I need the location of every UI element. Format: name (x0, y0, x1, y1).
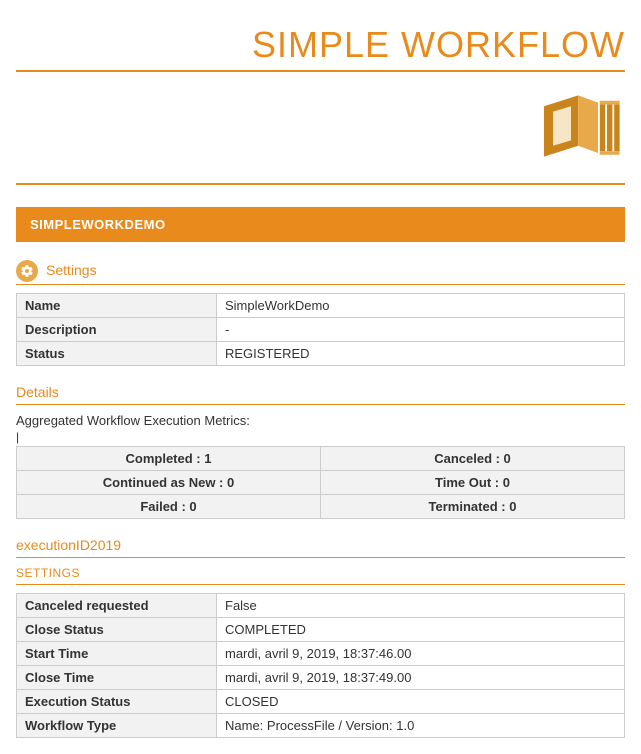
table-row: Close Status COMPLETED (17, 618, 625, 642)
workflow-logo-icon (535, 88, 625, 167)
canceled-requested-label: Canceled requested (17, 594, 217, 618)
metric-canceled: Canceled : 0 (321, 447, 625, 471)
workflow-type-value: Name: ProcessFile / Version: 1.0 (217, 714, 625, 738)
metrics-table: Completed : 1 Canceled : 0 Continued as … (16, 446, 625, 519)
table-row: Workflow Type Name: ProcessFile / Versio… (17, 714, 625, 738)
header-divider (16, 70, 625, 72)
banner-title: SIMPLEWORKDEMO (16, 207, 625, 242)
table-row: Completed : 1 Canceled : 0 (17, 447, 625, 471)
execution-heading-label: executionID2019 (16, 537, 121, 555)
table-row: Status REGISTERED (17, 342, 625, 366)
logo-row (16, 76, 625, 179)
table-row: Name SimpleWorkDemo (17, 294, 625, 318)
metrics-caption: Aggregated Workflow Execution Metrics: (16, 413, 625, 428)
close-time-value: mardi, avril 9, 2019, 18:37:49.00 (217, 666, 625, 690)
settings-name-label: Name (17, 294, 217, 318)
settings-heading: Settings (16, 260, 625, 285)
start-time-value: mardi, avril 9, 2019, 18:37:46.00 (217, 642, 625, 666)
cursor-line: | (16, 430, 625, 444)
table-row: Execution Status CLOSED (17, 690, 625, 714)
header-divider-2 (16, 183, 625, 185)
settings-status-label: Status (17, 342, 217, 366)
table-row: Canceled requested False (17, 594, 625, 618)
settings-description-value: - (217, 318, 625, 342)
execution-status-value: CLOSED (217, 690, 625, 714)
workflow-type-label: Workflow Type (17, 714, 217, 738)
execution-table: Canceled requested False Close Status CO… (16, 593, 625, 738)
table-row: Description - (17, 318, 625, 342)
close-status-label: Close Status (17, 618, 217, 642)
execution-sub-heading: SETTINGS (16, 566, 625, 585)
table-row: Start Time mardi, avril 9, 2019, 18:37:4… (17, 642, 625, 666)
table-row: Failed : 0 Terminated : 0 (17, 495, 625, 519)
metric-completed: Completed : 1 (17, 447, 321, 471)
details-heading-label: Details (16, 384, 59, 402)
settings-heading-label: Settings (46, 262, 97, 280)
settings-icon (16, 260, 38, 282)
start-time-label: Start Time (17, 642, 217, 666)
execution-heading: executionID2019 (16, 537, 625, 558)
canceled-requested-value: False (217, 594, 625, 618)
close-time-label: Close Time (17, 666, 217, 690)
close-status-value: COMPLETED (217, 618, 625, 642)
settings-name-value: SimpleWorkDemo (217, 294, 625, 318)
table-row: Close Time mardi, avril 9, 2019, 18:37:4… (17, 666, 625, 690)
metric-time-out: Time Out : 0 (321, 471, 625, 495)
settings-table: Name SimpleWorkDemo Description - Status… (16, 293, 625, 366)
metric-failed: Failed : 0 (17, 495, 321, 519)
details-heading: Details (16, 384, 625, 405)
execution-sub-heading-label: SETTINGS (16, 566, 80, 582)
metric-terminated: Terminated : 0 (321, 495, 625, 519)
page-title: SIMPLE WORKFLOW (16, 24, 625, 66)
execution-status-label: Execution Status (17, 690, 217, 714)
table-row: Continued as New : 0 Time Out : 0 (17, 471, 625, 495)
metric-continued-as-new: Continued as New : 0 (17, 471, 321, 495)
settings-description-label: Description (17, 318, 217, 342)
settings-status-value: REGISTERED (217, 342, 625, 366)
